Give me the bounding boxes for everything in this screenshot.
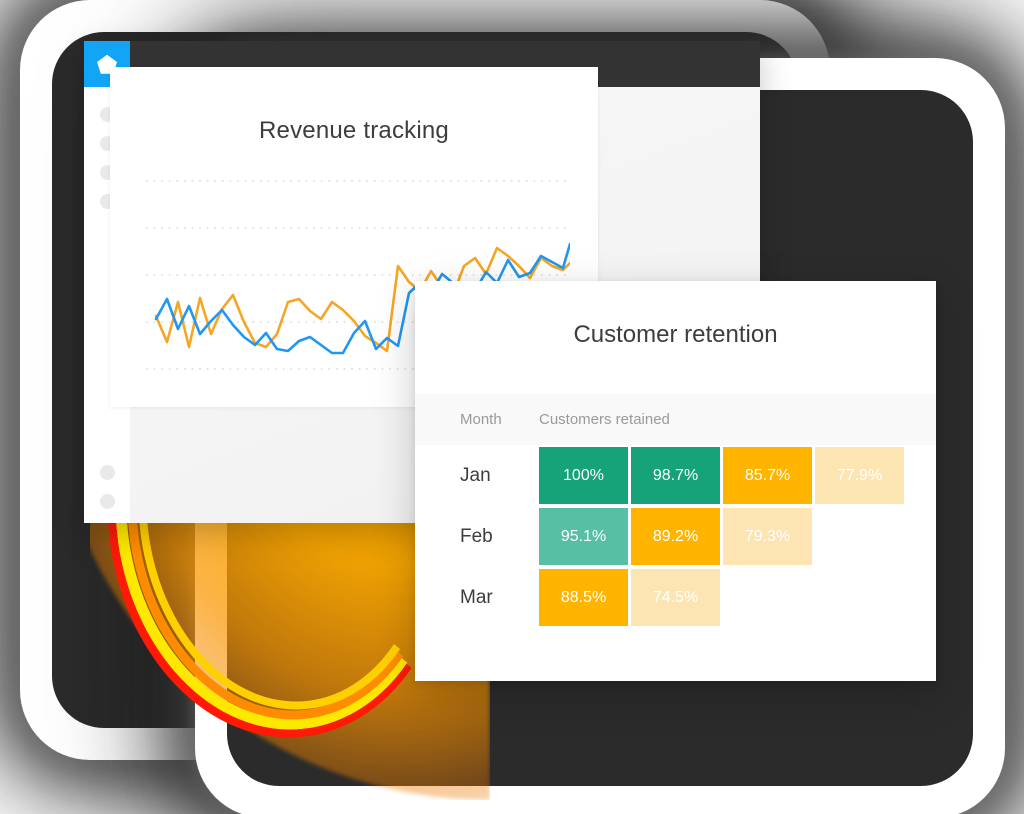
retention-table-body: Jan 100% 98.7% 85.7% 77.9% Feb 95.1% 89.…	[415, 445, 936, 628]
customer-retention-card: Customer retention Month Customers retai…	[415, 281, 936, 681]
table-row: Jan 100% 98.7% 85.7% 77.9%	[415, 445, 936, 506]
retention-cells-jan: 100% 98.7% 85.7% 77.9%	[539, 447, 904, 504]
retention-cell[interactable]: 89.2%	[631, 508, 720, 565]
retention-cells-feb: 95.1% 89.2% 79.3%	[539, 508, 812, 565]
retention-cell[interactable]: 88.5%	[539, 569, 628, 626]
retention-cells-mar: 88.5% 74.5%	[539, 569, 720, 626]
row-label-mar: Mar	[460, 586, 493, 608]
retention-card-title: Customer retention	[573, 321, 778, 348]
row-label-jan: Jan	[460, 464, 491, 486]
retention-cell[interactable]: 79.3%	[723, 508, 812, 565]
retention-table-header: Month Customers retained	[415, 394, 936, 445]
column-header-month: Month	[460, 411, 502, 428]
retention-cell[interactable]: 95.1%	[539, 508, 628, 565]
retention-cell[interactable]: 85.7%	[723, 447, 812, 504]
retention-cell[interactable]: 77.9%	[815, 447, 904, 504]
retention-cell[interactable]: 98.7%	[631, 447, 720, 504]
table-row: Feb 95.1% 89.2% 79.3%	[415, 506, 936, 567]
row-label-feb: Feb	[460, 525, 493, 547]
revenue-card-title: Revenue tracking	[259, 117, 449, 144]
screenshot-stage: Revenue tracking Customer retention Mont…	[0, 0, 1024, 814]
sidebar-item-6[interactable]	[99, 494, 115, 509]
sidebar-item-5[interactable]	[99, 465, 115, 480]
table-row: Mar 88.5% 74.5%	[415, 567, 936, 628]
retention-cell[interactable]: 100%	[539, 447, 628, 504]
column-header-customers-retained: Customers retained	[539, 411, 670, 428]
retention-cell[interactable]: 74.5%	[631, 569, 720, 626]
